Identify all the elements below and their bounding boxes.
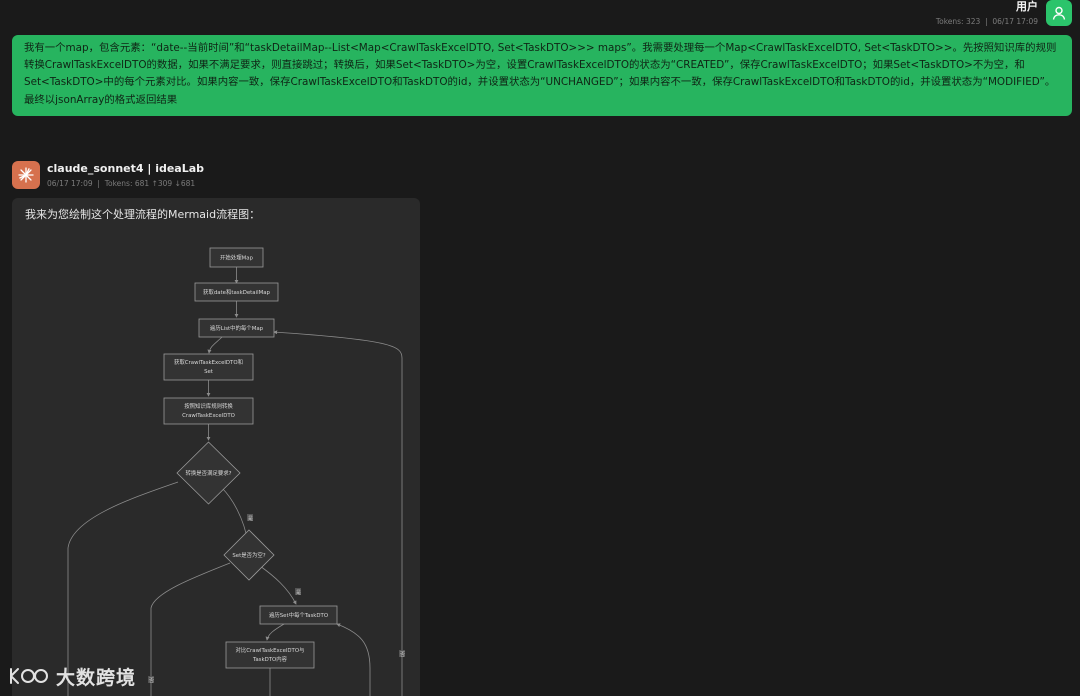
edge-label-no-2: 否: [148, 676, 154, 684]
user-header: 用户 Tokens: 323 | 06/17 17:09: [936, 0, 1072, 28]
assistant-name: claude_sonnet4 | ideaLab: [47, 162, 205, 175]
user-avatar[interactable]: [1046, 0, 1072, 26]
svg-text:遍历List中的每个Map: 遍历List中的每个Map: [210, 324, 264, 332]
svg-text:TaskDTO内容: TaskDTO内容: [252, 655, 288, 663]
watermark: 大数跨境: [8, 662, 136, 690]
svg-text:CrawlTaskExcelDTO: CrawlTaskExcelDTO: [182, 413, 235, 419]
claude-logo-icon: [18, 167, 34, 183]
assistant-timestamp: 06/17 17:09: [47, 179, 93, 188]
edge-return-list: [273, 330, 403, 696]
flow-node-loop-set: 遍历Set中每个TaskDTO: [259, 605, 338, 625]
meta-separator: |: [95, 179, 105, 188]
svg-text:按照知识库规则转换: 按照知识库规则转换: [184, 402, 233, 410]
tokens-down: ↓681: [174, 179, 196, 188]
svg-text:遍历Set中每个TaskDTO: 遍历Set中每个TaskDTO: [269, 611, 328, 619]
flow-node-check-empty: Set是否为空?: [223, 529, 275, 581]
svg-text:是: 是: [296, 590, 301, 596]
flow-node-get-date: 获取date和taskDetailMap: [194, 282, 279, 302]
edge-empty-no: [259, 565, 297, 605]
meta-separator: |: [982, 17, 993, 26]
svg-text:是: 是: [248, 516, 253, 522]
mermaid-flowchart: 是 是 否 否 开始处理Map 获取date和taskDetailMap 遍历L…: [67, 247, 405, 696]
svg-text:获取date和taskDetailMap: 获取date和taskDetailMap: [203, 288, 271, 296]
assistant-avatar[interactable]: [12, 161, 40, 189]
edge-loop-getdto: [207, 336, 223, 354]
assistant-meta-line: 06/17 17:09 | Tokens: 681 ↑309 ↓681: [47, 179, 195, 188]
user-timestamp: 06/17 17:09: [992, 17, 1038, 26]
edge-label-no-1: 否: [399, 650, 405, 658]
svg-text:开始处理Map: 开始处理Map: [220, 254, 254, 262]
user-meta-line: Tokens: 323 | 06/17 17:09: [936, 16, 1038, 28]
assistant-tokens: Tokens: 681: [104, 179, 150, 188]
user-tokens: Tokens: 323: [935, 17, 981, 26]
flow-node-check-requirements: 转换是否满足要求?: [176, 441, 241, 505]
svg-text:否: 否: [400, 652, 405, 658]
assistant-message-bubble: 我来为您绘制这个处理流程的Mermaid流程图： 是 是 否 否 开始处理Map…: [12, 198, 420, 696]
user-name: 用户: [1016, 0, 1038, 13]
flow-node-compare: 对比CrawlTaskExcelDTO与 TaskDTO内容: [225, 641, 315, 669]
tokens-up: ↑309: [151, 179, 173, 188]
edge-empty-yes: [150, 562, 231, 696]
flow-node-loop-list: 遍历List中的每个Map: [198, 318, 275, 338]
user-meta: 用户 Tokens: 323 | 06/17 17:09: [936, 0, 1038, 28]
watermark-text: 大数跨境: [56, 666, 137, 689]
flow-node-start: 开始处理Map: [209, 247, 264, 268]
edge-loopset-compare: [265, 623, 285, 641]
edge-return-set: [336, 623, 371, 696]
watermark-logo-icon: [10, 668, 48, 684]
user-message-bubble: 我有一个map，包含元素：“date--当前时间”和“taskDetailMap…: [12, 35, 1072, 116]
edge-label-yes-2: 是: [295, 588, 301, 596]
edge-label-yes-1: 是: [247, 514, 253, 522]
svg-text:获取CrawlTaskExcelDTO和: 获取CrawlTaskExcelDTO和: [174, 358, 243, 366]
svg-text:Set是否为空?: Set是否为空?: [232, 551, 265, 559]
flow-node-get-dto: 获取CrawlTaskExcelDTO和 Set: [163, 353, 254, 381]
user-icon: [1052, 6, 1066, 20]
svg-text:否: 否: [149, 678, 154, 684]
svg-text:对比CrawlTaskExcelDTO与: 对比CrawlTaskExcelDTO与: [236, 646, 305, 654]
flow-node-convert: 按照知识库规则转换 CrawlTaskExcelDTO: [163, 397, 254, 425]
svg-text:Set: Set: [204, 369, 213, 375]
svg-text:转换是否满足要求?: 转换是否满足要求?: [186, 469, 232, 477]
